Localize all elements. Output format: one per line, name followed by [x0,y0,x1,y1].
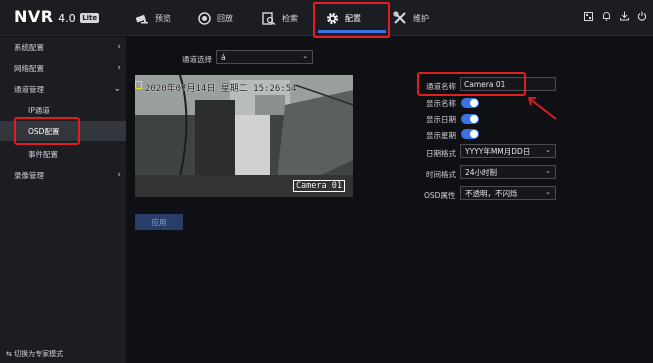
chevron-down-icon: ⌄ [113,84,121,94]
sidebar-item-label: 通道管理 [14,84,44,94]
osd-attr-label: OSD属性 [424,191,456,200]
channel-select-value: á [221,52,226,62]
time-format-select[interactable]: 24小时制 ⌄ [460,165,556,179]
expert-mode-switch[interactable]: ⇆ 切换为专家模式 [6,349,63,359]
show-date-toggle[interactable] [461,114,479,124]
date-format-select[interactable]: YYYY年MM月DD日 ⌄ [460,144,556,158]
expert-mode-label: 切换为专家模式 [14,350,64,358]
nav-maintenance[interactable]: 维护 [393,0,429,36]
sidebar-item-label: 系统配置 [14,42,44,52]
nav-playback-label: 回放 [217,13,233,23]
chevron-down-icon: ⌄ [545,146,551,154]
playback-icon [198,11,211,25]
nav-preview-label: 预览 [155,13,171,23]
show-date-label: 显示日期 [426,115,456,124]
chevron-down-icon: ⌄ [545,167,551,175]
sidebar-item-record[interactable]: 录像管理 › [0,165,126,185]
download-icon[interactable] [619,10,629,22]
sidebar-item-label: 事件配置 [28,149,58,159]
chevron-down-icon: ⌄ [545,188,551,196]
time-format-label: 时间格式 [426,170,456,179]
top-right-icons [583,10,647,22]
osd-date-marker [135,81,142,89]
osd-name-overlay[interactable]: Camera 01 [292,180,345,192]
top-bar: NVR 4.0 Lite 预览 回放 检索 配置 维护 [0,0,653,38]
show-week-toggle[interactable] [461,129,479,139]
brand-edition: Lite [80,13,100,23]
power-icon[interactable] [637,10,647,22]
date-format-value: YYYY年MM月DD日 [465,146,531,156]
brand-name: NVR [14,7,54,26]
search-icon [262,11,276,25]
nav-search[interactable]: 检索 [262,0,298,36]
video-preview[interactable]: 2020年07月14日 星期二 15:26:54 Camera 01 [135,75,353,197]
brand-version: 4.0 [58,12,76,25]
brand-logo: NVR 4.0 Lite [14,7,100,26]
osd-attr-select[interactable]: 不透明，不闪烁 ⌄ [460,186,556,200]
sidebar-item-label: 录像管理 [14,170,44,180]
chevron-down-icon: ⌄ [302,52,308,60]
nav-search-label: 检索 [282,13,298,23]
nav-config-callout [313,2,390,38]
date-format-label: 日期格式 [426,149,456,158]
chevron-right-icon: › [117,42,121,52]
osd-attr-value: 不透明，不闪烁 [465,188,518,198]
sidebar: 系统配置 › 网络配置 › 通道管理 ⌄ IP通道 OSD配置 事件配置 录像管… [0,37,126,363]
channel-select[interactable]: á ⌄ [216,50,313,64]
callout-arrow-icon [527,97,557,120]
sidebar-item-event[interactable]: 事件配置 [0,144,126,164]
sidebar-item-channel[interactable]: 通道管理 ⌄ [0,79,126,99]
sidebar-item-label: IP通道 [28,105,50,115]
show-week-label: 显示星期 [426,131,456,140]
bell-icon[interactable] [601,10,611,22]
camera-icon [135,14,148,24]
sidebar-osd-callout [14,117,80,145]
nav-maintenance-label: 维护 [413,13,429,23]
chevron-right-icon: › [117,170,121,180]
switch-icon: ⇆ [6,350,12,358]
sidebar-item-system[interactable]: 系统配置 › [0,37,126,57]
apply-button[interactable]: 应用 [135,214,183,230]
sidebar-item-network[interactable]: 网络配置 › [0,58,126,78]
channel-name-callout [417,72,526,96]
osd-datetime-overlay[interactable]: 2020年07月14日 星期二 15:26:54 [145,81,297,94]
qrcode-icon[interactable] [583,10,593,22]
time-format-value: 24小时制 [465,167,498,177]
nav-preview[interactable]: 预览 [135,0,171,36]
chevron-right-icon: › [117,63,121,73]
channel-select-label: 通道选择 [182,55,212,64]
sidebar-item-label: 网络配置 [14,63,44,73]
nav-playback[interactable]: 回放 [198,0,233,36]
show-name-label: 显示名称 [426,99,456,108]
tools-icon [393,11,406,24]
show-name-toggle[interactable] [461,98,479,108]
